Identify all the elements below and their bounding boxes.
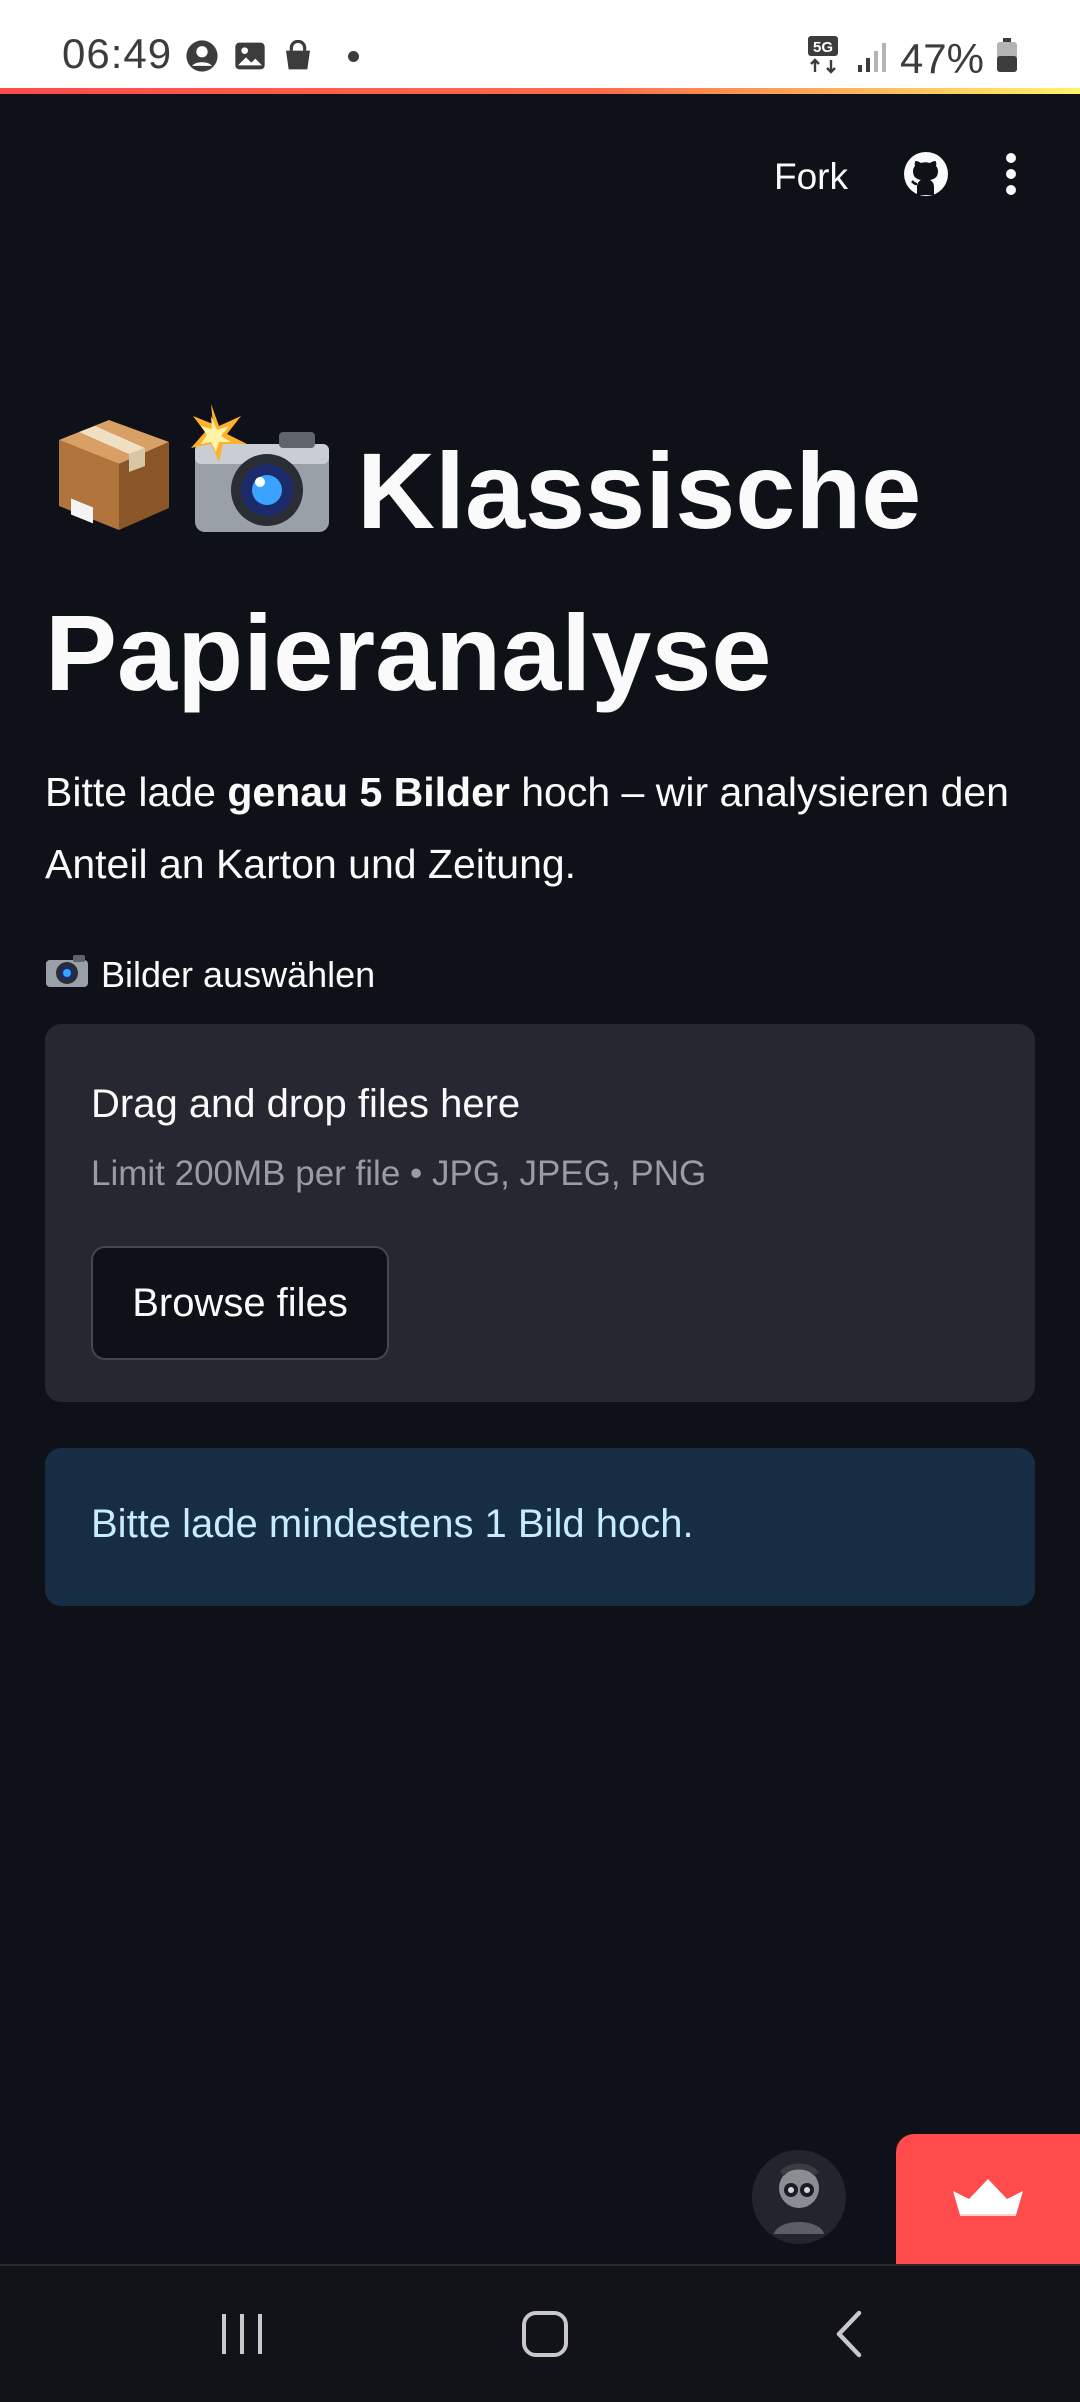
- app-toolbar: Fork: [774, 150, 1018, 203]
- dropzone-title: Drag and drop files here: [91, 1082, 521, 1126]
- battery-text: 47%: [899, 35, 984, 82]
- intro-before: Bitte lade: [45, 769, 228, 815]
- user-avatar[interactable]: [752, 2150, 846, 2244]
- uploader-label-text: Bilder auswählen: [101, 953, 376, 995]
- page-title: Klassische Papieranalyse: [45, 402, 1045, 728]
- shopping-bag-icon: [280, 38, 316, 74]
- camera-flash-icon: [189, 402, 333, 578]
- recent-apps-icon[interactable]: [202, 2304, 282, 2364]
- status-bar: 06:49 5G 47%: [0, 0, 1080, 88]
- account-circle-icon: [184, 38, 220, 74]
- github-icon[interactable]: [902, 150, 950, 203]
- streamlit-crown-icon: [951, 2177, 1025, 2222]
- notification-icons: [184, 38, 359, 74]
- more-vertical-icon[interactable]: [1004, 152, 1018, 201]
- info-alert-text: Bitte lade mindestens 1 Bild hoch.: [91, 1502, 694, 1546]
- 5g-icon: 5G: [806, 34, 844, 84]
- dropzone-limit: Limit 200MB per file • JPG, JPEG, PNG: [91, 1154, 707, 1193]
- app-loading-bar: [0, 88, 1080, 94]
- signal-icon: [856, 35, 888, 83]
- system-nav-bar: [0, 2264, 1080, 2402]
- fork-button[interactable]: Fork: [774, 156, 848, 198]
- intro-text: Bitte lade genau 5 Bilder hoch – wir ana…: [45, 756, 1035, 900]
- info-alert: Bitte lade mindestens 1 Bild hoch.: [45, 1448, 1035, 1606]
- title-emojis: [45, 402, 333, 578]
- clock: 06:49: [62, 30, 173, 77]
- svg-text:5G: 5G: [813, 39, 833, 56]
- system-indicators: 5G 47%: [806, 34, 1018, 84]
- streamlit-badge[interactable]: [896, 2134, 1080, 2264]
- package-icon: [45, 402, 183, 578]
- home-icon[interactable]: [505, 2304, 585, 2364]
- intro-bold: genau 5 Bilder: [227, 769, 510, 815]
- camera-icon: [45, 952, 89, 997]
- browse-files-button[interactable]: Browse files: [91, 1246, 389, 1360]
- file-dropzone[interactable]: Drag and drop files here Limit 200MB per…: [45, 1024, 1035, 1402]
- back-icon[interactable]: [808, 2304, 888, 2364]
- notification-dot-icon: [348, 50, 359, 62]
- uploader-label: Bilder auswählen: [45, 952, 375, 997]
- battery-icon: [996, 35, 1018, 83]
- image-icon: [232, 38, 268, 74]
